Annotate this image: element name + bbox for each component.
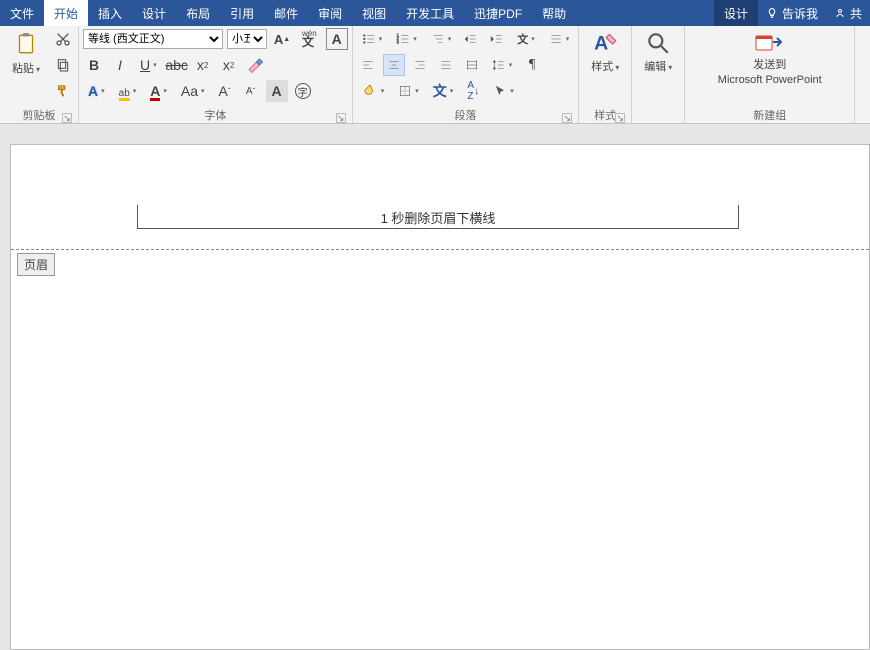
send-to-ppt-button[interactable]: 发送到 Microsoft PowerPoint <box>690 28 850 88</box>
phonetic-guide-button[interactable]: wén文 <box>297 28 322 50</box>
font-size-select[interactable]: 小五 <box>227 29 267 49</box>
decrease-indent-button[interactable] <box>460 28 482 50</box>
group-newgroup: 发送到 Microsoft PowerPoint 新建组 <box>685 26 855 123</box>
paste-button[interactable]: 粘贴▾ <box>4 28 48 78</box>
tab-file[interactable]: 文件 <box>0 0 44 26</box>
group-new-label: 新建组 <box>753 110 786 122</box>
tell-me[interactable]: 告诉我 <box>758 0 826 26</box>
clear-formatting-button[interactable] <box>244 54 266 76</box>
borders-button[interactable]: ▾ <box>393 80 424 102</box>
grow-font2-button[interactable]: Aˇ <box>214 80 236 102</box>
send-to-label: 发送到 <box>753 56 786 72</box>
tab-home[interactable]: 开始 <box>44 0 88 26</box>
align-right-button[interactable] <box>409 54 431 76</box>
tab-review[interactable]: 审阅 <box>308 0 352 26</box>
character-border-button[interactable]: A <box>326 28 348 50</box>
superscript-button[interactable]: x2 <box>218 54 240 76</box>
tab-bar: 文件 开始 插入 设计 布局 引用 邮件 审阅 视图 开发工具 迅捷PDF 帮助… <box>0 0 870 26</box>
increase-indent-button[interactable] <box>486 28 508 50</box>
header-area[interactable]: 1 秒删除页眉下横线 <box>137 205 739 229</box>
subscript-button[interactable]: x2 <box>192 54 214 76</box>
tab-gap <box>576 0 714 26</box>
document-page[interactable]: 1 秒删除页眉下横线 页眉 <box>10 144 870 650</box>
numbering-button[interactable]: 123▾ <box>391 28 422 50</box>
copy-button[interactable] <box>52 54 74 76</box>
sort-button[interactable]: AZ↓ <box>462 80 484 102</box>
group-font: 等线 (西文正文) 小五 A▲ wén文 A B I U▾ abc x2 x2 <box>79 26 353 123</box>
lightbulb-icon <box>766 7 778 19</box>
header-boundary-line <box>11 249 869 250</box>
group-clipboard: 粘贴▾ 剪贴板 ↘ <box>0 26 79 123</box>
shrink-font-button[interactable]: Aˇ <box>240 80 262 102</box>
align-justify-button[interactable] <box>435 54 457 76</box>
share-label: 共 <box>850 5 862 22</box>
distribute-button[interactable]: ▾ <box>544 28 575 50</box>
svg-text:A: A <box>594 33 608 55</box>
tab-layout[interactable]: 布局 <box>176 0 220 26</box>
paste-label: 粘贴▾ <box>12 60 40 76</box>
format-painter-button[interactable] <box>52 80 74 102</box>
align-left-button[interactable] <box>357 54 379 76</box>
font-launcher[interactable]: ↘ <box>336 113 346 123</box>
svg-text:3: 3 <box>397 40 400 45</box>
grow-font-button[interactable]: A▲ <box>271 28 293 50</box>
editing-button[interactable]: 编辑▾ <box>636 28 680 76</box>
select-button[interactable]: ▾ <box>488 80 519 102</box>
tab-insert[interactable]: 插入 <box>88 0 132 26</box>
find-icon <box>645 30 671 56</box>
show-marks-button[interactable]: ¶ <box>521 54 543 76</box>
line-spacing-button[interactable]: ▾ <box>487 54 518 76</box>
asian-char-layout-button[interactable]: 文▾ <box>428 80 459 102</box>
tab-help[interactable]: 帮助 <box>532 0 576 26</box>
highlight-button[interactable]: ab▾ <box>114 80 142 102</box>
enclose-char-button[interactable]: 字 <box>292 80 314 102</box>
group-paragraph-label: 段落 <box>454 110 476 122</box>
bullets-button[interactable]: ▾ <box>357 28 388 50</box>
group-styles-label: 样式 <box>594 110 616 122</box>
align-distributed-button[interactable] <box>461 54 483 76</box>
share-icon <box>834 7 846 19</box>
tab-devtools[interactable]: 开发工具 <box>396 0 464 26</box>
shading-button[interactable]: ▾ <box>357 80 390 102</box>
tab-references[interactable]: 引用 <box>220 0 264 26</box>
text-effects-button[interactable]: A▾ <box>83 80 110 102</box>
strikethrough-button[interactable]: abc <box>166 54 188 76</box>
bold-button[interactable]: B <box>83 54 105 76</box>
header-tag[interactable]: 页眉 <box>17 253 55 276</box>
char-shading-button[interactable]: A <box>266 80 288 102</box>
cut-button[interactable] <box>52 28 74 50</box>
group-clipboard-label: 剪贴板 <box>23 110 56 122</box>
styles-icon: A <box>591 30 619 56</box>
paragraph-launcher[interactable]: ↘ <box>562 113 572 123</box>
tab-design[interactable]: 设计 <box>132 0 176 26</box>
clipboard-launcher[interactable]: ↘ <box>62 113 72 123</box>
tell-me-label: 告诉我 <box>782 5 818 22</box>
tab-view[interactable]: 视图 <box>352 0 396 26</box>
italic-button[interactable]: I <box>109 54 131 76</box>
group-styles: A 样式▾ 样式 ↘ <box>579 26 632 123</box>
multilevel-list-button[interactable]: ▾ <box>426 28 457 50</box>
font-color-button[interactable]: A▾ <box>145 80 172 102</box>
styles-label: 样式▾ <box>591 58 619 74</box>
group-font-label: 字体 <box>204 110 226 122</box>
paste-icon <box>13 30 39 58</box>
header-text: 1 秒删除页眉下横线 <box>381 211 496 226</box>
group-paragraph: ▾ 123▾ ▾ 文▾ ▾ ▾ ¶ <box>353 26 580 123</box>
send-to-target: Microsoft PowerPoint <box>718 74 822 86</box>
styles-button[interactable]: A 样式▾ <box>583 28 627 76</box>
tab-context-design[interactable]: 设计 <box>714 0 758 26</box>
editing-label: 编辑▾ <box>644 58 672 74</box>
styles-launcher[interactable]: ↘ <box>615 113 625 123</box>
asian-layout-button[interactable]: 文▾ <box>512 28 540 50</box>
group-editing: 编辑▾ <box>632 26 685 123</box>
font-name-select[interactable]: 等线 (西文正文) <box>83 29 223 49</box>
ribbon: 粘贴▾ 剪贴板 ↘ 等线 (西文正文) <box>0 26 870 124</box>
align-center-button[interactable] <box>383 54 405 76</box>
tab-mailings[interactable]: 邮件 <box>264 0 308 26</box>
share-button[interactable]: 共 <box>826 0 870 26</box>
underline-button[interactable]: U▾ <box>135 54 162 76</box>
tab-xunjiepdf[interactable]: 迅捷PDF <box>464 0 532 26</box>
change-case-button[interactable]: Aa▾ <box>176 80 210 102</box>
send-to-icon <box>755 30 785 54</box>
